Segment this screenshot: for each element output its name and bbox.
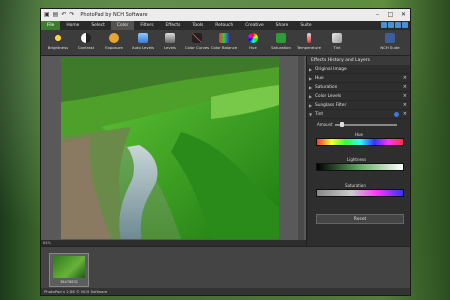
- app-icon: ▣: [44, 11, 50, 18]
- twitter-icon[interactable]: [395, 22, 401, 28]
- suite-icon: [385, 33, 395, 43]
- expand-arrow-icon: ▶: [309, 85, 313, 90]
- vertical-scrollbar[interactable]: [298, 56, 304, 240]
- title-bar: ▣ ▤ ↶ ↷ PhotoPad by NCH Software – □ ✕: [41, 9, 410, 21]
- help-icon[interactable]: [394, 112, 399, 117]
- levels-bars-icon: [165, 33, 175, 43]
- menu-creative[interactable]: Creative: [239, 21, 269, 30]
- menu-tools[interactable]: Tools: [186, 21, 209, 30]
- image-thumbnail[interactable]: 38478832: [49, 253, 89, 287]
- tint-icon: [332, 33, 342, 43]
- color-balance-button[interactable]: Color Balance: [209, 32, 239, 54]
- curves-icon: [192, 33, 202, 43]
- contrast-icon: [81, 33, 91, 43]
- remove-effect-icon[interactable]: ×: [403, 74, 407, 83]
- help-icon[interactable]: [402, 22, 408, 28]
- menu-suite[interactable]: Suite: [294, 21, 317, 30]
- zoom-level: 64%: [43, 241, 51, 245]
- menu-share[interactable]: Share: [270, 21, 295, 30]
- effect-sunglass-filter[interactable]: ▶ Sunglass Filter ×: [307, 101, 410, 110]
- amount-slider[interactable]: [335, 124, 397, 126]
- undo-icon[interactable]: ↶: [61, 9, 66, 21]
- maximize-button[interactable]: □: [384, 9, 397, 21]
- menu-filters[interactable]: Filters: [134, 21, 159, 30]
- hue-label: Hue: [355, 132, 364, 137]
- menu-select[interactable]: Select: [85, 21, 111, 30]
- tint-button[interactable]: Tint: [322, 32, 352, 54]
- lightness-gradient-bar[interactable]: [316, 163, 404, 171]
- menu-file[interactable]: File: [41, 21, 61, 30]
- thermometer-icon: [307, 33, 311, 43]
- toolbar: Brightness Contrast Exposure Auto Levels…: [41, 30, 410, 56]
- menu-home[interactable]: Home: [60, 21, 85, 30]
- thumbnail-image: [53, 256, 85, 278]
- amount-slider-handle[interactable]: [340, 122, 344, 127]
- amount-label: Amount: [317, 122, 333, 127]
- effect-color-levels[interactable]: ▶ Color Levels ×: [307, 92, 410, 101]
- minimize-button[interactable]: –: [371, 9, 384, 21]
- hue-button[interactable]: Hue: [238, 32, 268, 54]
- effects-panel: Effects History and Layers ▶ Original Im…: [306, 56, 410, 246]
- nch-suite-button[interactable]: NCH Suite: [375, 32, 405, 54]
- levels-icon: [138, 33, 148, 43]
- remove-effect-icon[interactable]: ×: [403, 92, 407, 101]
- expand-arrow-icon: ▶: [309, 76, 313, 81]
- saturation-gradient-bar[interactable]: [316, 189, 404, 197]
- bottom-status-bar: PhotoPad v 2.88 © NCH Software: [41, 288, 410, 295]
- color-curves-button[interactable]: Color Curves: [182, 32, 212, 54]
- hue-gradient-bar[interactable]: [316, 138, 404, 146]
- remove-effect-icon[interactable]: ×: [403, 101, 407, 110]
- filmstrip: 38478832: [41, 246, 410, 288]
- auto-levels-button[interactable]: Auto Levels: [128, 32, 158, 54]
- reset-button[interactable]: Reset: [316, 214, 404, 224]
- share-icon[interactable]: [381, 22, 387, 28]
- color-wheel-icon: [248, 33, 258, 43]
- photopad-window: ▣ ▤ ↶ ↷ PhotoPad by NCH Software – □ ✕ F…: [40, 8, 411, 296]
- window-title: PhotoPad by NCH Software: [80, 12, 148, 18]
- facebook-icon[interactable]: [388, 22, 394, 28]
- image-canvas[interactable]: [41, 56, 306, 240]
- thumbnail-label: 38478832: [60, 280, 78, 284]
- saturation-icon: [276, 33, 286, 43]
- remove-effect-icon[interactable]: ×: [403, 110, 407, 119]
- expand-arrow-icon: ▶: [309, 67, 313, 72]
- collapse-arrow-icon: ▼: [309, 112, 313, 117]
- expand-arrow-icon: ▶: [309, 103, 313, 108]
- effect-tint[interactable]: ▼ Tint ×: [307, 110, 410, 119]
- effect-hue[interactable]: ▶ Hue ×: [307, 74, 410, 83]
- menu-color[interactable]: Color: [110, 21, 135, 30]
- edited-photo: [61, 57, 279, 239]
- redo-icon[interactable]: ↷: [69, 9, 74, 21]
- remove-effect-icon[interactable]: ×: [403, 83, 407, 92]
- temperature-button[interactable]: Temperature: [294, 32, 324, 54]
- menu-effects[interactable]: Effects: [160, 21, 187, 30]
- exposure-icon: [109, 33, 119, 43]
- color-balance-icon: [219, 33, 229, 43]
- expand-arrow-icon: ▶: [309, 94, 313, 99]
- sun-icon: [53, 33, 63, 43]
- levels-button[interactable]: Levels: [155, 32, 185, 54]
- effect-saturation[interactable]: ▶ Saturation ×: [307, 83, 410, 92]
- landscape-image: [61, 57, 279, 239]
- effect-original-image[interactable]: ▶ Original Image: [307, 65, 410, 74]
- saturation-label: Saturation: [345, 183, 366, 188]
- contrast-button[interactable]: Contrast: [71, 32, 101, 54]
- brightness-button[interactable]: Brightness: [43, 32, 73, 54]
- exposure-button[interactable]: Exposure: [99, 32, 129, 54]
- menu-bar: File Home Select Color Filters Effects T…: [41, 21, 410, 30]
- panel-title: Effects History and Layers: [307, 56, 410, 65]
- save-icon[interactable]: ▤: [53, 9, 59, 21]
- lightness-label: Lightness: [347, 157, 367, 162]
- menu-retouch[interactable]: Retouch: [209, 21, 239, 30]
- close-button[interactable]: ✕: [397, 9, 410, 21]
- saturation-button[interactable]: Saturation: [266, 32, 296, 54]
- social-icons: [381, 22, 408, 28]
